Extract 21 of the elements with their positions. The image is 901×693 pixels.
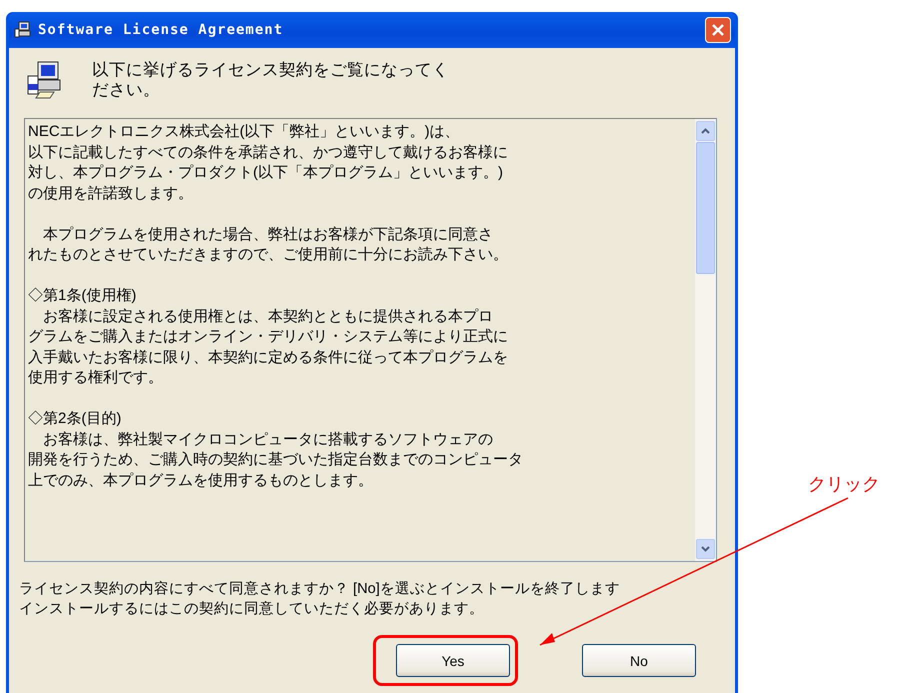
window-title: Software License Agreement [38,22,284,38]
scroll-up-button[interactable] [696,121,715,141]
annotation-text: クリック [808,473,880,496]
prompt-text: インストールするにはこの契約に同意していただく必要があります。 [19,600,484,619]
computer-icon [14,21,32,39]
dialog-button[interactable]: Yes [396,644,510,677]
caret-up-icon [701,128,710,134]
caret-down-icon [701,546,710,552]
instruction-text: 以下に挙げるライセンス契約をご覧になってください。 [92,60,450,100]
license-paragraph: NECエレクトロニクス株式会社(以下「弊社」といいます。)は、 以下に記載したすべての条件を承諾され、かつ遵守して戴けるお客様に 対し、本プログラム・プロダクト(以下「本プログラム」といいます。) の使用を許諾致します。 [28,122,509,204]
close-button[interactable] [705,17,731,43]
license-paragraph: 本プログラムを使用された場合、弊社はお客様が下記条項に同意さ れたものとさせていただきますので、ご使用前に十分にお読み下さい。 [28,224,509,265]
prompt-text: ライセンス契約の内容にすべて同意されますか？ [No]を選ぶとインストールを終了します [19,580,620,599]
dialog-button[interactable]: No [582,644,696,677]
scroll-thumb[interactable] [696,142,715,274]
license-paragraph: ◇第1条(使用権) お客様に設定される使用権とは、本契約とともに提供される本プロ グラムをご購入またはオンライン・デリバリ・システム等により正式に 入手戴いたお客様に限り、本契約に定める条件に従って本プログラムを 使用する権利です。 [28,286,509,388]
license-text-box[interactable] [24,118,717,562]
scroll-down-button[interactable] [696,539,715,559]
scrollbar[interactable] [695,119,716,561]
license-paragraph: ◇第2条(目的) お客様は、弊社製マイクロコンピュータに搭載するソフトウェアの 開発を行うため、ご購入時の契約に基づいた指定台数までのコンピュータ 上でのみ、本プログラムを使用するものとします。 [28,409,524,490]
close-icon [711,23,725,37]
